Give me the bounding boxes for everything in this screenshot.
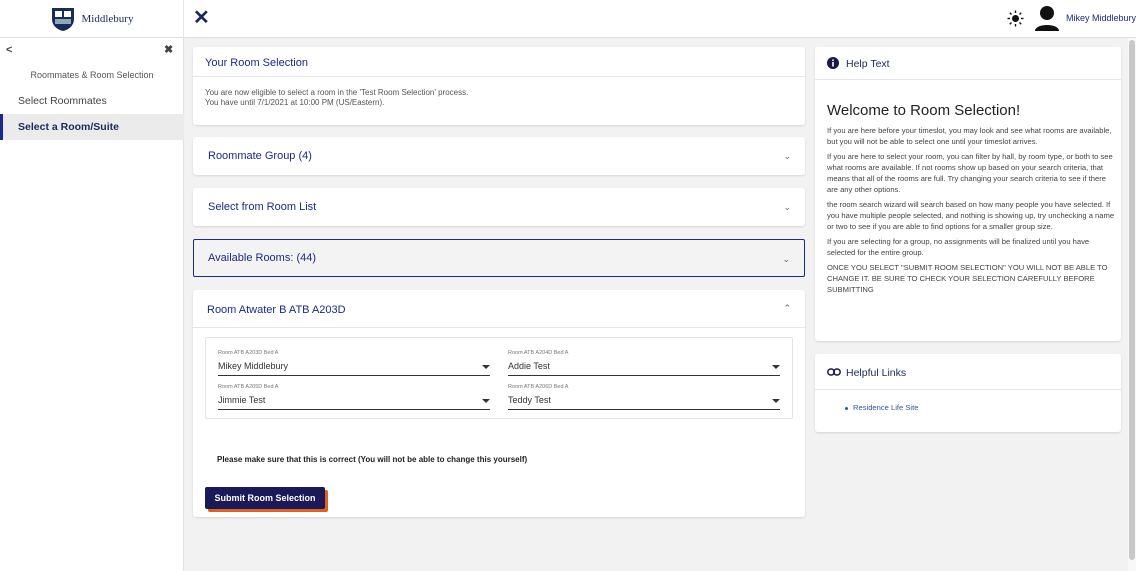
link-label[interactable]: Residence Life Site	[853, 403, 918, 412]
available-rooms-panel[interactable]: Available Rooms: (44) ⌄	[193, 239, 805, 277]
sun-icon[interactable]	[1007, 10, 1024, 27]
room-title: Room Atwater B ATB A203D	[207, 304, 346, 316]
sidebar-item-select-room[interactable]: Select a Room/Suite	[0, 114, 184, 140]
bed-value: Teddy Test	[508, 395, 551, 405]
logo[interactable]: Middlebury	[0, 0, 184, 38]
confirm-warning: Please make sure that this is correct (Y…	[217, 455, 528, 464]
deadline-text: You have until 7/1/2021 at 10:00 PM (US/…	[205, 98, 385, 107]
scrollbar-thumb[interactable]	[1129, 40, 1135, 560]
user-avatar-icon[interactable]	[1034, 5, 1060, 32]
scrollbar[interactable]	[1128, 38, 1136, 571]
room-selection-card: Your Room Selection You are now eligible…	[193, 47, 805, 125]
sidebar-close-icon[interactable]: ✖	[164, 43, 173, 56]
bed-select[interactable]: Room ATB A206D Bed A Teddy Test	[508, 384, 780, 410]
close-icon[interactable]: ✕	[193, 8, 210, 28]
bed-value: Addie Test	[508, 361, 550, 371]
chevron-up-icon[interactable]: ⌃	[783, 303, 791, 314]
bed-select[interactable]: Room ATB A204D Bed A Addie Test	[508, 350, 780, 376]
sidebar-item-select-roommates[interactable]: Select Roommates	[0, 88, 184, 114]
chevron-down-icon[interactable]: ⌄	[783, 151, 791, 162]
welcome-heading: Welcome to Room Selection!	[827, 102, 1021, 119]
bed-assignments: Room ATB A203D Bed A Mikey Middlebury Ro…	[205, 337, 793, 419]
help-text-panel: Help Text Welcome to Room Selection! If …	[815, 47, 1121, 341]
roommate-group-title: Roommate Group (4)	[208, 150, 312, 162]
sidebar-title: Roommates & Room Selection	[30, 70, 154, 80]
help-body: If you are here before your timeslot, yo…	[827, 125, 1117, 299]
help-paragraph: If you are here before your timeslot, yo…	[827, 126, 1112, 146]
helpful-links-panel: Helpful Links Residence Life Site	[815, 354, 1121, 432]
crest-icon	[51, 8, 74, 31]
help-text-title: Help Text	[846, 58, 890, 70]
bed-label: Room ATB A204D Bed A	[508, 350, 569, 356]
room-detail-panel: Room Atwater B ATB A203D ⌃ Room ATB A203…	[193, 290, 805, 517]
info-icon	[827, 57, 839, 69]
bed-value: Jimmie Test	[218, 395, 266, 405]
sidebar: < ✖ Roommates & Room Selection Select Ro…	[0, 38, 184, 571]
chevron-down-icon[interactable]: ⌄	[783, 202, 791, 213]
roommate-group-panel[interactable]: Roommate Group (4) ⌄	[193, 137, 805, 175]
bed-label: Room ATB A203D Bed A	[218, 350, 279, 356]
room-list-title: Select from Room List	[208, 201, 317, 213]
help-paragraph: If you are selecting for a group, no ass…	[827, 237, 1090, 257]
user-name[interactable]: Mikey Middlebury	[1066, 13, 1136, 23]
dropdown-caret-icon[interactable]	[482, 399, 490, 403]
bed-label: Room ATB A205D Bed A	[218, 384, 279, 390]
top-bar: Middlebury ✕ Mikey Middlebury	[0, 0, 1136, 38]
available-rooms-title: Available Rooms: (44)	[208, 252, 317, 264]
eligibility-text: You are now eligible to select a room in…	[205, 88, 469, 97]
dropdown-caret-icon[interactable]	[772, 399, 780, 403]
help-paragraph: the room search wizard will search based…	[827, 200, 1115, 231]
submit-room-selection-button[interactable]: Submit Room Selection	[205, 487, 325, 509]
help-paragraph: If you are here to select your room, you…	[827, 152, 1113, 194]
help-paragraph: ONCE YOU SELECT "SUBMIT ROOM SELECTION" …	[827, 263, 1108, 294]
chevron-left-icon[interactable]: <	[6, 44, 12, 56]
logo-text: Middlebury	[81, 13, 134, 25]
room-detail-header[interactable]: Room Atwater B ATB A203D ⌃	[193, 290, 805, 328]
chevron-down-icon[interactable]: ⌄	[782, 254, 790, 265]
link-icon	[827, 368, 841, 376]
bed-select[interactable]: Room ATB A203D Bed A Mikey Middlebury	[218, 350, 490, 376]
helpful-links-title: Helpful Links	[846, 367, 907, 379]
bed-select[interactable]: Room ATB A205D Bed A Jimmie Test	[218, 384, 490, 410]
bullet	[845, 406, 848, 410]
dropdown-caret-icon[interactable]	[772, 365, 780, 369]
room-list-panel[interactable]: Select from Room List ⌄	[193, 188, 805, 226]
dropdown-caret-icon[interactable]	[482, 365, 490, 369]
room-selection-title: Your Room Selection	[205, 57, 308, 69]
link-residence-life[interactable]: Residence Life Site	[845, 403, 918, 412]
bed-label: Room ATB A206D Bed A	[508, 384, 569, 390]
bed-value: Mikey Middlebury	[218, 361, 289, 371]
